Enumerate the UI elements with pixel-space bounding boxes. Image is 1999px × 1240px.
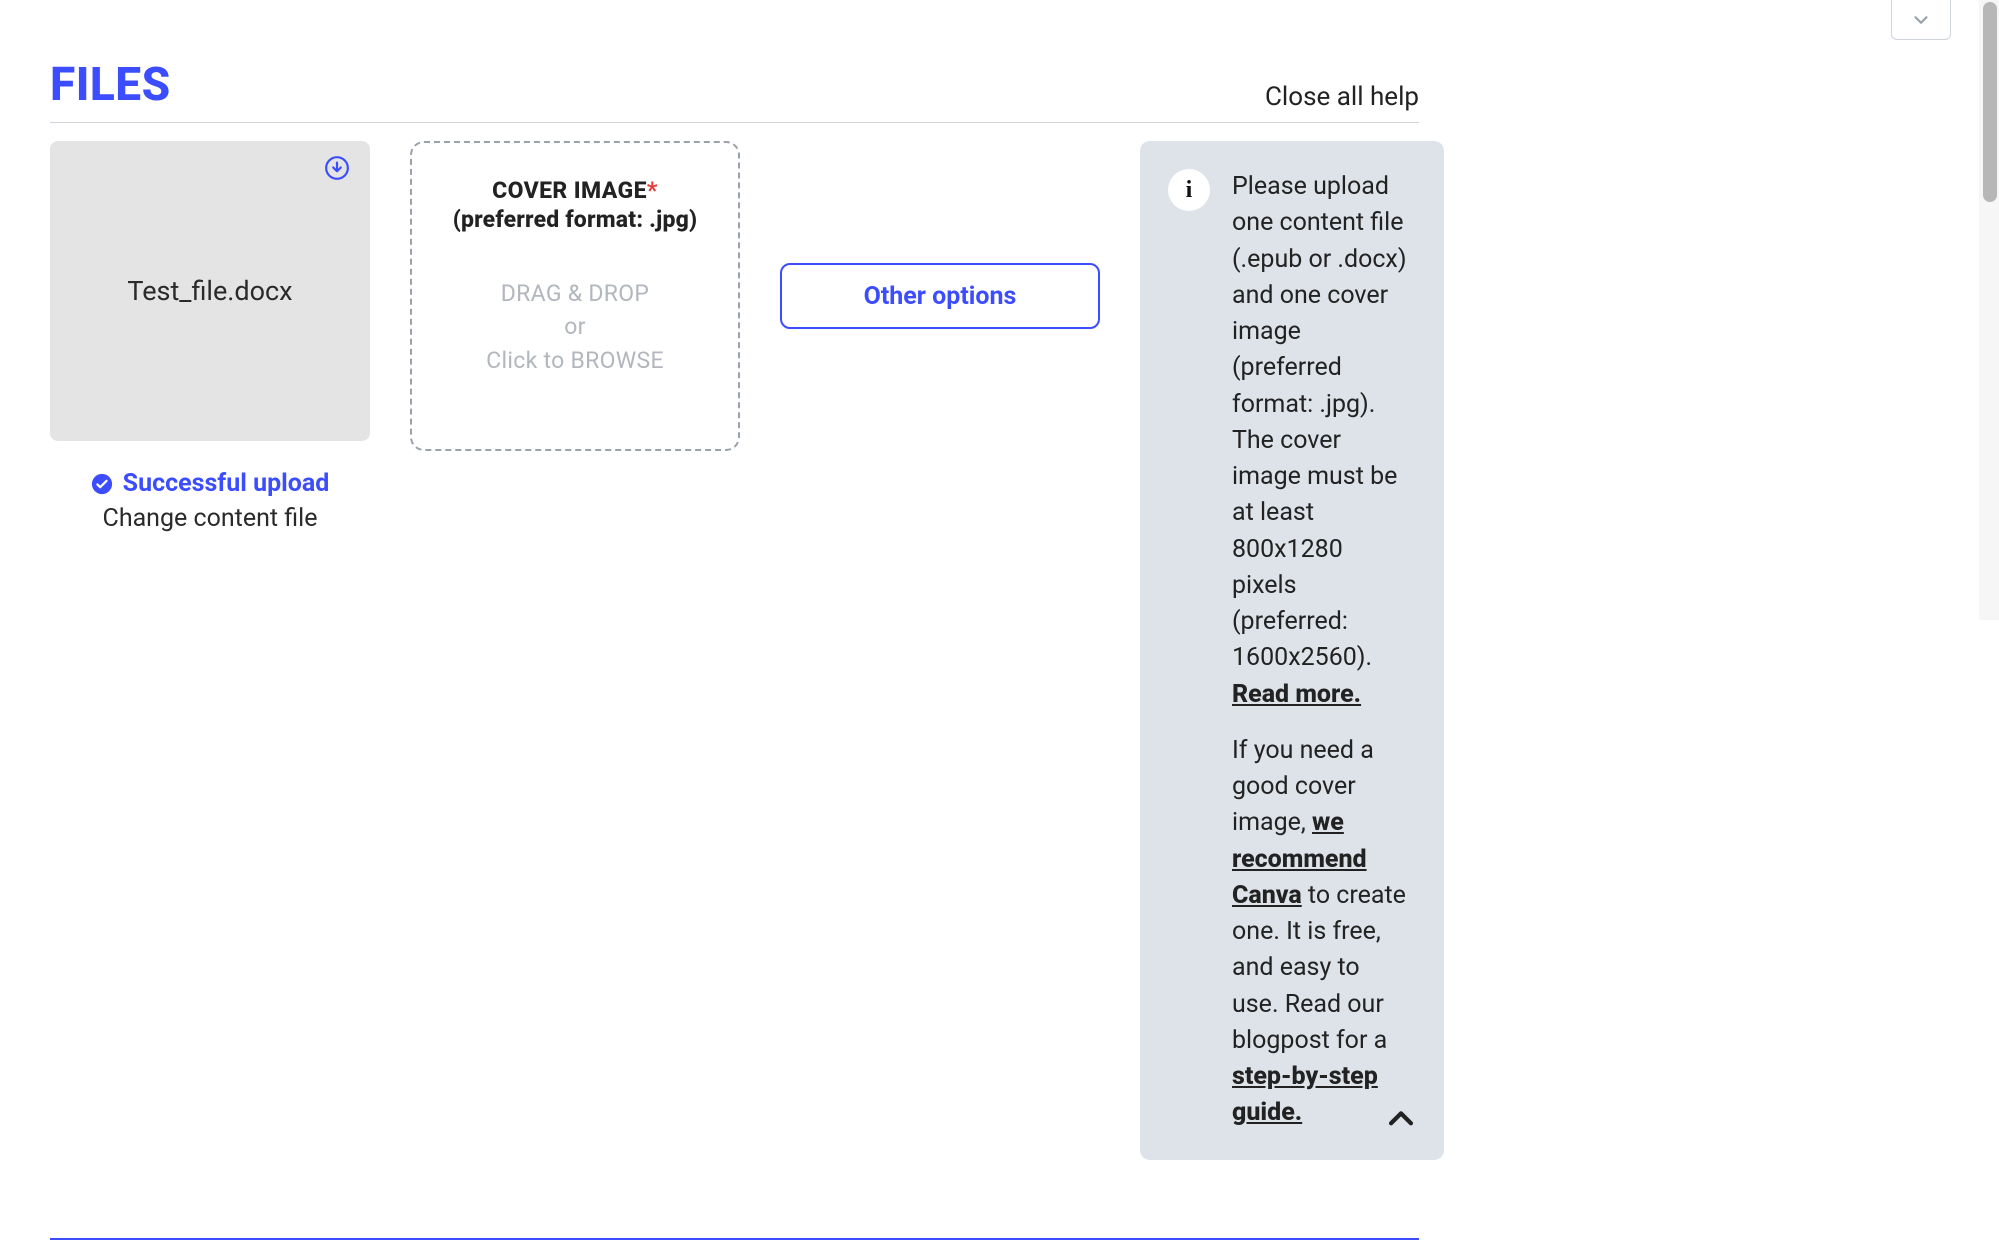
dropzone-hint-line: Click to BROWSE bbox=[430, 344, 720, 377]
dropzone-hint: DRAG & DROP or Click to BROWSE bbox=[430, 277, 720, 377]
scrollbar-thumb[interactable] bbox=[1983, 2, 1997, 202]
help-text: Please upload one content file (.epub or… bbox=[1232, 169, 1410, 1132]
file-name-label: Test_file.docx bbox=[127, 275, 292, 307]
dropzone-title: COVER IMAGE* bbox=[430, 177, 720, 204]
collapse-help-button[interactable] bbox=[1384, 1102, 1418, 1140]
chevron-up-icon bbox=[1384, 1102, 1418, 1136]
check-circle-icon bbox=[91, 473, 113, 495]
dropzone-subtitle: (preferred format: .jpg) bbox=[430, 206, 720, 233]
dropzone-hint-line: DRAG & DROP bbox=[430, 277, 720, 310]
step-by-step-guide-link[interactable]: step-by-step guide. bbox=[1232, 1062, 1378, 1127]
dropzone-hint-line: or bbox=[430, 310, 720, 343]
change-content-file-link[interactable]: Change content file bbox=[50, 504, 370, 533]
uploaded-file-card: Test_file.docx Successful upload Change … bbox=[50, 141, 370, 533]
page-title: FILES bbox=[50, 58, 171, 112]
other-options-button[interactable]: Other options bbox=[780, 263, 1100, 329]
cover-image-dropzone[interactable]: COVER IMAGE* (preferred format: .jpg) DR… bbox=[410, 141, 740, 451]
read-more-link[interactable]: Read more. bbox=[1232, 680, 1361, 709]
close-all-help-link[interactable]: Close all help bbox=[1265, 82, 1419, 112]
help-p2-text-a: If you need a good cover image, bbox=[1232, 736, 1374, 838]
chevron-down-icon bbox=[1910, 9, 1932, 31]
section-header: FILES Close all help bbox=[50, 0, 1419, 123]
info-icon: i bbox=[1168, 169, 1210, 211]
help-p1-text: Please upload one content file (.epub or… bbox=[1232, 172, 1407, 672]
upload-status-text: Successful upload bbox=[123, 469, 330, 498]
section-divider bbox=[50, 1238, 1419, 1240]
help-panel: i Please upload one content file (.epub … bbox=[1140, 141, 1444, 1160]
upload-status: Successful upload bbox=[50, 469, 370, 498]
other-options-label: Other options bbox=[864, 282, 1017, 311]
required-asterisk: * bbox=[647, 177, 658, 204]
dropzone-title-text: COVER IMAGE bbox=[492, 177, 647, 204]
header-dropdown-toggle[interactable] bbox=[1891, 0, 1951, 40]
download-icon[interactable] bbox=[324, 155, 350, 185]
scrollbar-track[interactable] bbox=[1979, 0, 1999, 620]
file-thumbnail[interactable]: Test_file.docx bbox=[50, 141, 370, 441]
